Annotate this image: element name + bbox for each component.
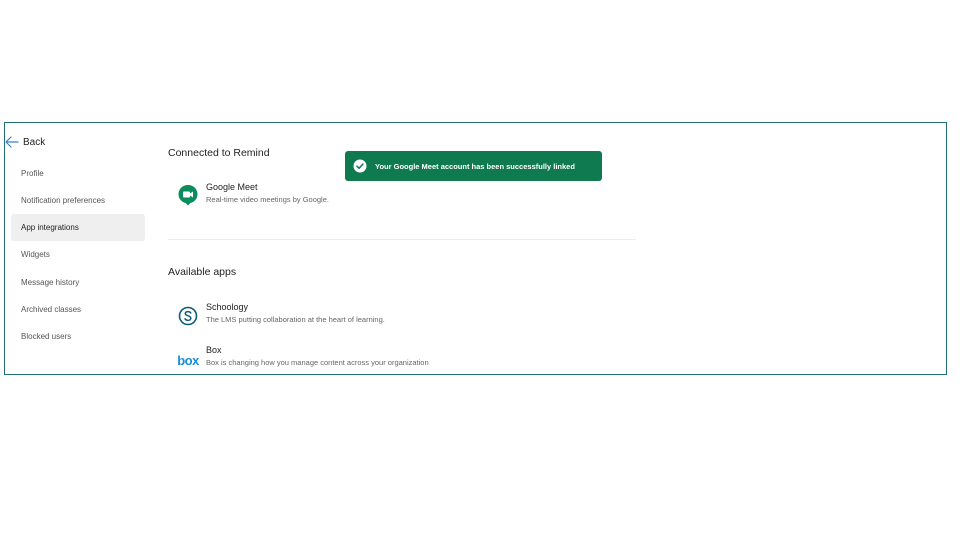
app-row-box[interactable]: box Box Box is changing how you manage c… [176,345,596,371]
sidebar-item-notification-preferences[interactable]: Notification preferences [11,187,145,214]
app-name: Box [206,345,222,355]
sidebar-item-message-history[interactable]: Message history [11,269,145,296]
settings-window: Back Profile Notification preferences Ap… [4,122,947,375]
success-toast: Your Google Meet account has been succes… [345,151,602,181]
schoology-icon [176,305,200,327]
app-row-google-meet[interactable]: Google Meet Real-time video meetings by … [176,182,596,208]
sidebar-item-widgets[interactable]: Widgets [11,241,145,268]
toast-message: Your Google Meet account has been succes… [375,161,575,171]
back-arrow-icon [5,136,19,148]
box-logo-text: box [177,352,199,368]
sidebar-item-archived-classes[interactable]: Archived classes [11,296,145,323]
sidebar-item-profile[interactable]: Profile [11,160,145,187]
sidebar-item-blocked-users[interactable]: Blocked users [11,323,145,350]
app-description: Box is changing how you manage content a… [206,358,429,367]
back-label: Back [23,136,46,148]
sidebar-item-app-integrations[interactable]: App integrations [11,214,145,241]
check-circle-icon [353,159,367,173]
settings-sidebar: Back Profile Notification preferences Ap… [5,123,155,374]
box-logo: box [176,349,200,371]
app-row-schoology[interactable]: Schoology The LMS putting collaboration … [176,302,596,328]
app-description: Real-time video meetings by Google. [206,195,329,204]
app-name: Google Meet [206,182,258,192]
google-meet-icon [176,184,200,206]
app-description: The LMS putting collaboration at the hea… [206,315,385,324]
connected-section-title: Connected to Remind [168,147,270,159]
back-button[interactable]: Back [5,133,45,151]
section-divider [168,239,636,240]
available-section-title: Available apps [168,266,237,278]
app-name: Schoology [206,302,249,312]
